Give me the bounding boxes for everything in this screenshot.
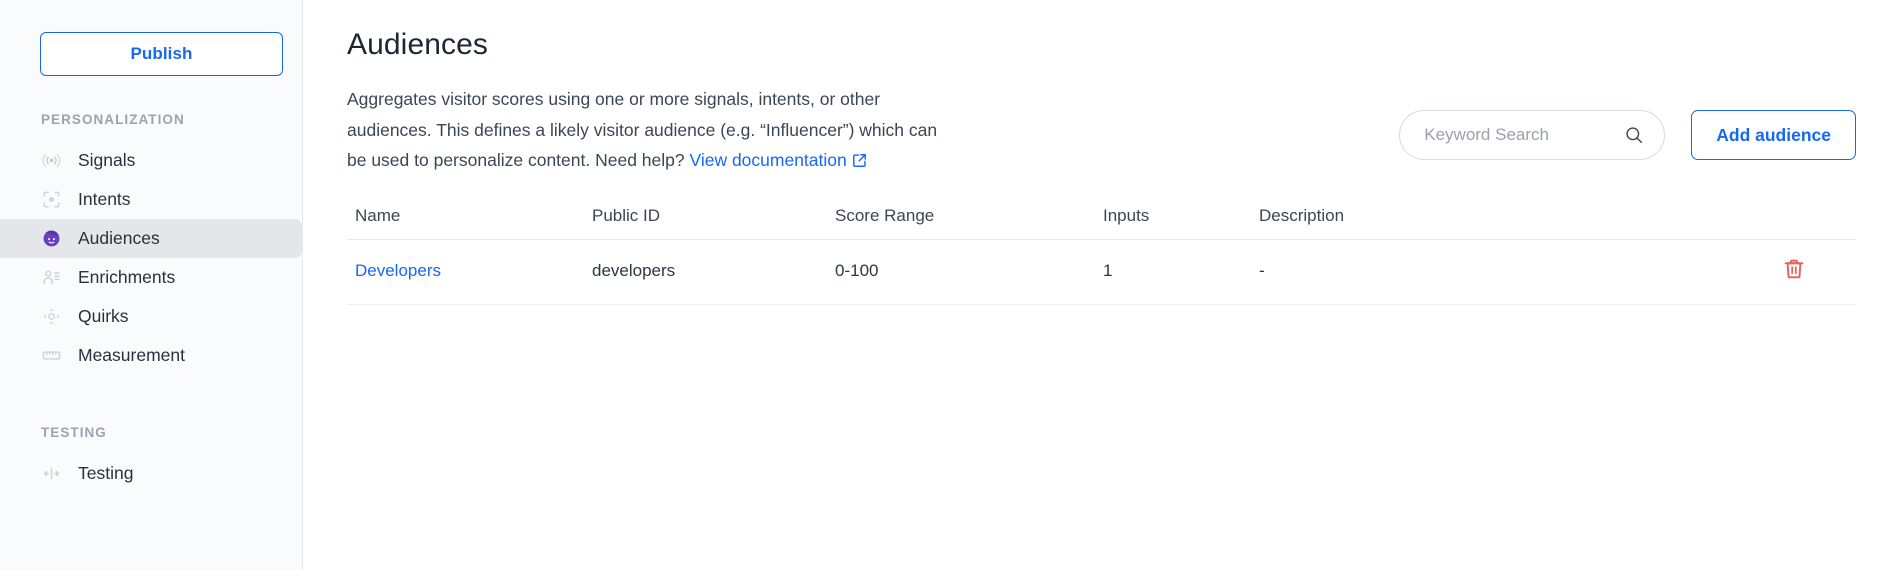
sidebar-item-label: Audiences (78, 227, 160, 248)
sidebar-item-label: Enrichments (78, 266, 176, 287)
cell-name: Developers (347, 239, 592, 305)
column-header-name: Name (347, 205, 592, 240)
page-description: Aggregates visitor scores using one or m… (347, 84, 947, 178)
search-icon[interactable] (1624, 125, 1644, 145)
person-list-icon (41, 267, 62, 288)
column-header-public-id: Public ID (592, 205, 835, 240)
header-row: Aggregates visitor scores using one or m… (347, 84, 1856, 178)
audience-face-icon (41, 228, 62, 249)
target-icon (41, 189, 62, 210)
sidebar-item-testing[interactable]: Testing (0, 454, 302, 493)
ruler-icon (41, 345, 62, 366)
cell-public-id: developers (592, 239, 835, 305)
sidebar-item-signals[interactable]: Signals (0, 141, 302, 180)
cell-actions (1736, 239, 1856, 305)
arrows-horizontal-icon (41, 463, 62, 484)
sidebar: Publish PERSONALIZATION Signals Intents … (0, 0, 303, 570)
cell-description: - (1259, 239, 1736, 305)
app-root: Publish PERSONALIZATION Signals Intents … (0, 0, 1900, 570)
column-header-score-range: Score Range (835, 205, 1103, 240)
main-content: Audiences Aggregates visitor scores usin… (303, 0, 1900, 570)
sidebar-item-label: Signals (78, 149, 136, 170)
sidebar-section-label-personalization: PERSONALIZATION (41, 112, 185, 127)
sidebar-item-enrichments[interactable]: Enrichments (0, 258, 302, 297)
table-body: Developers developers 0-100 1 - (347, 239, 1856, 305)
sidebar-item-label: Intents (78, 188, 131, 209)
table-header-row: Name Public ID Score Range Inputs Descri… (347, 205, 1856, 240)
search-input[interactable] (1422, 124, 1617, 146)
column-header-inputs: Inputs (1103, 205, 1259, 240)
signal-icon (41, 150, 62, 171)
view-documentation-link[interactable]: View documentation (689, 150, 866, 170)
sidebar-item-label: Measurement (78, 344, 185, 365)
audience-name-link[interactable]: Developers (355, 261, 441, 280)
sidebar-item-measurement[interactable]: Measurement (0, 336, 302, 375)
page-title: Audiences (347, 28, 488, 61)
sidebar-item-label: Testing (78, 462, 134, 483)
publish-button-container: Publish (0, 0, 302, 76)
sidebar-item-audiences[interactable]: Audiences (0, 219, 302, 258)
header-actions: Add audience (1399, 84, 1856, 160)
sidebar-item-label: Quirks (78, 305, 129, 326)
view-documentation-label: View documentation (689, 150, 847, 170)
cell-inputs: 1 (1103, 239, 1259, 305)
table-row: Developers developers 0-100 1 - (347, 239, 1856, 305)
audiences-table: Name Public ID Score Range Inputs Descri… (347, 205, 1856, 305)
delete-audience-button[interactable] (1782, 257, 1806, 281)
sidebar-item-intents[interactable]: Intents (0, 180, 302, 219)
sidebar-section-label-testing: TESTING (41, 425, 107, 440)
add-audience-button[interactable]: Add audience (1691, 110, 1856, 160)
trash-icon (1782, 257, 1806, 281)
column-header-description: Description (1259, 205, 1736, 240)
publish-button[interactable]: Publish (40, 32, 283, 76)
sidebar-item-quirks[interactable]: Quirks (0, 297, 302, 336)
search-box[interactable] (1399, 110, 1666, 160)
table-head: Name Public ID Score Range Inputs Descri… (347, 205, 1856, 240)
move-arrows-icon (41, 306, 62, 327)
external-link-icon (852, 147, 867, 178)
cell-score-range: 0-100 (835, 239, 1103, 305)
column-header-actions (1736, 205, 1856, 240)
